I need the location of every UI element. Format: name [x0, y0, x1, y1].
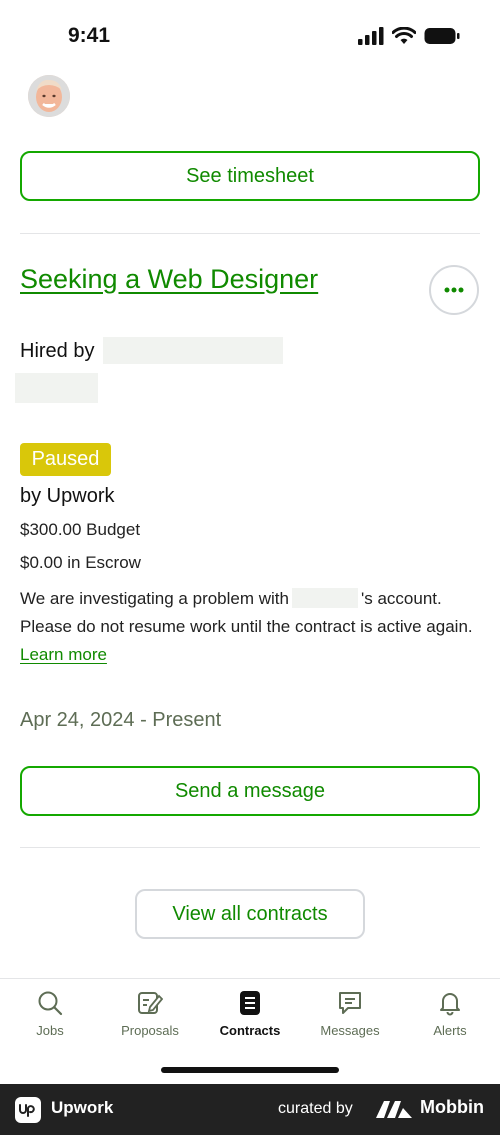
footer-curated-by: curated by — [278, 1100, 353, 1117]
tab-label: Alerts — [433, 1023, 467, 1038]
signal-icon — [358, 27, 384, 45]
tab-alerts[interactable]: Alerts — [400, 989, 500, 1038]
send-message-button[interactable]: Send a message — [20, 766, 480, 816]
job-title-link[interactable]: Seeking a Web Designer — [20, 264, 318, 295]
tab-label: Proposals — [121, 1023, 179, 1038]
tab-proposals[interactable]: Proposals — [100, 989, 200, 1038]
divider — [20, 233, 480, 234]
tab-label: Messages — [320, 1023, 380, 1038]
escrow-text: $0.00 in Escrow — [20, 553, 141, 572]
tab-messages[interactable]: Messages — [300, 989, 400, 1038]
tab-label: Jobs — [36, 1023, 64, 1038]
footer-bar: Upwork curated by Mobbin — [0, 1084, 500, 1135]
view-all-contracts-button[interactable]: View all contracts — [135, 889, 365, 939]
home-indicator — [161, 1067, 339, 1073]
contracts-icon — [235, 989, 265, 1017]
more-options-button[interactable] — [429, 265, 479, 315]
more-dots-icon — [444, 287, 464, 293]
redacted-client-name-line2 — [15, 373, 98, 403]
mobbin-logo-icon — [376, 1101, 412, 1118]
messages-icon — [335, 989, 365, 1017]
tab-jobs[interactable]: Jobs — [0, 989, 100, 1038]
search-icon — [35, 989, 65, 1017]
tab-contracts[interactable]: Contracts — [200, 989, 300, 1038]
avatar[interactable] — [28, 75, 70, 117]
paused-by-text: by Upwork — [20, 485, 115, 507]
redacted-name — [292, 588, 358, 608]
bell-icon — [435, 989, 465, 1017]
footer-brand: Mobbin — [420, 1097, 484, 1117]
status-time: 9:41 — [68, 24, 111, 47]
tab-label: Contracts — [219, 1023, 281, 1038]
hired-by-label: Hired by — [20, 340, 95, 362]
contract-date-range: Apr 24, 2024 - Present — [20, 709, 222, 731]
status-bar: 9:41 — [0, 0, 500, 70]
account-notice: We are investigating a problem with's ac… — [20, 585, 480, 669]
wifi-icon — [392, 27, 416, 44]
upwork-logo-icon — [15, 1097, 41, 1123]
battery-icon — [424, 28, 460, 44]
learn-more-link[interactable]: Learn more — [20, 645, 107, 664]
status-badge: Paused — [20, 443, 111, 476]
divider — [20, 847, 480, 848]
see-timesheet-button[interactable]: See timesheet — [20, 151, 480, 201]
budget-text: $300.00 Budget — [20, 520, 141, 539]
footer-app-name: Upwork — [51, 1098, 114, 1117]
proposals-icon — [135, 989, 165, 1017]
redacted-client-name — [103, 337, 283, 364]
notice-text-start: We are investigating a problem with — [20, 589, 289, 608]
status-icons — [358, 27, 460, 45]
avatar-face-icon — [28, 75, 70, 117]
